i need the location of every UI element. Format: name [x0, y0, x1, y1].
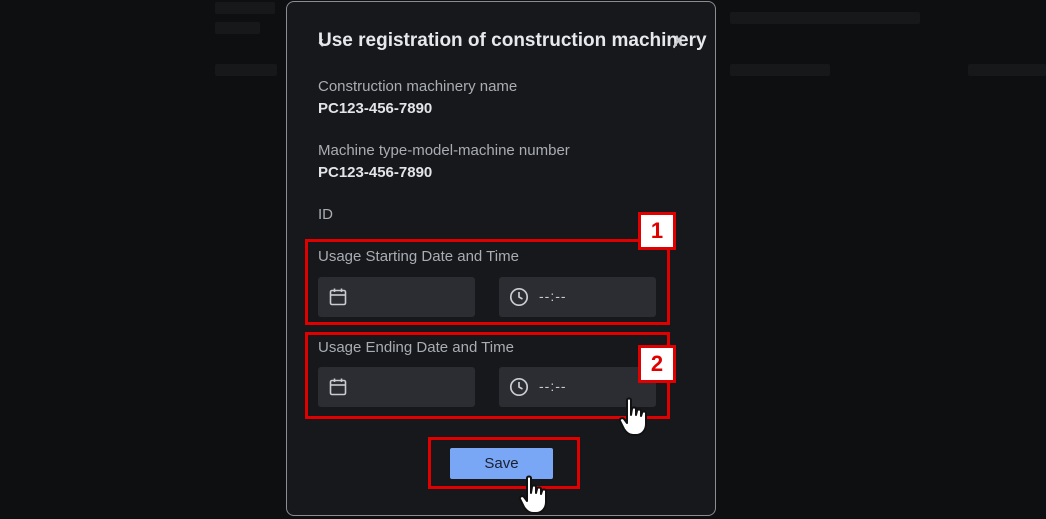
- machine-number-label: Machine type-model-machine number: [318, 142, 570, 159]
- id-label: ID: [318, 206, 333, 223]
- dialog-title: Use registration of construction machine…: [318, 30, 707, 51]
- start-date-field[interactable]: [318, 277, 475, 317]
- hand-pointer-icon: [518, 475, 547, 514]
- start-time-field[interactable]: --:--: [499, 277, 656, 317]
- clock-icon: [509, 377, 529, 397]
- machinery-name-label: Construction machinery name: [318, 78, 518, 95]
- end-datetime-label: Usage Ending Date and Time: [318, 339, 514, 356]
- hand-pointer-icon: [618, 397, 647, 436]
- calendar-icon: [329, 378, 347, 396]
- end-date-field[interactable]: [318, 367, 475, 407]
- machinery-name-value: PC123-456-7890: [318, 100, 433, 117]
- close-icon[interactable]: ✗: [671, 32, 687, 52]
- calendar-icon: [329, 288, 347, 306]
- start-time-placeholder: --:--: [539, 288, 567, 304]
- background-text: [215, 64, 277, 76]
- step-badge-1: 1: [638, 212, 676, 250]
- background-text: [215, 22, 260, 34]
- background-text: [968, 64, 1046, 76]
- background-text: [215, 2, 275, 14]
- background-text: [730, 64, 830, 76]
- step-badge-2: 2: [638, 345, 676, 383]
- clock-icon: [509, 287, 529, 307]
- background-text: [730, 12, 920, 24]
- end-time-placeholder: --:--: [539, 378, 567, 394]
- machine-number-value: PC123-456-7890: [318, 164, 433, 181]
- start-datetime-label: Usage Starting Date and Time: [318, 248, 519, 265]
